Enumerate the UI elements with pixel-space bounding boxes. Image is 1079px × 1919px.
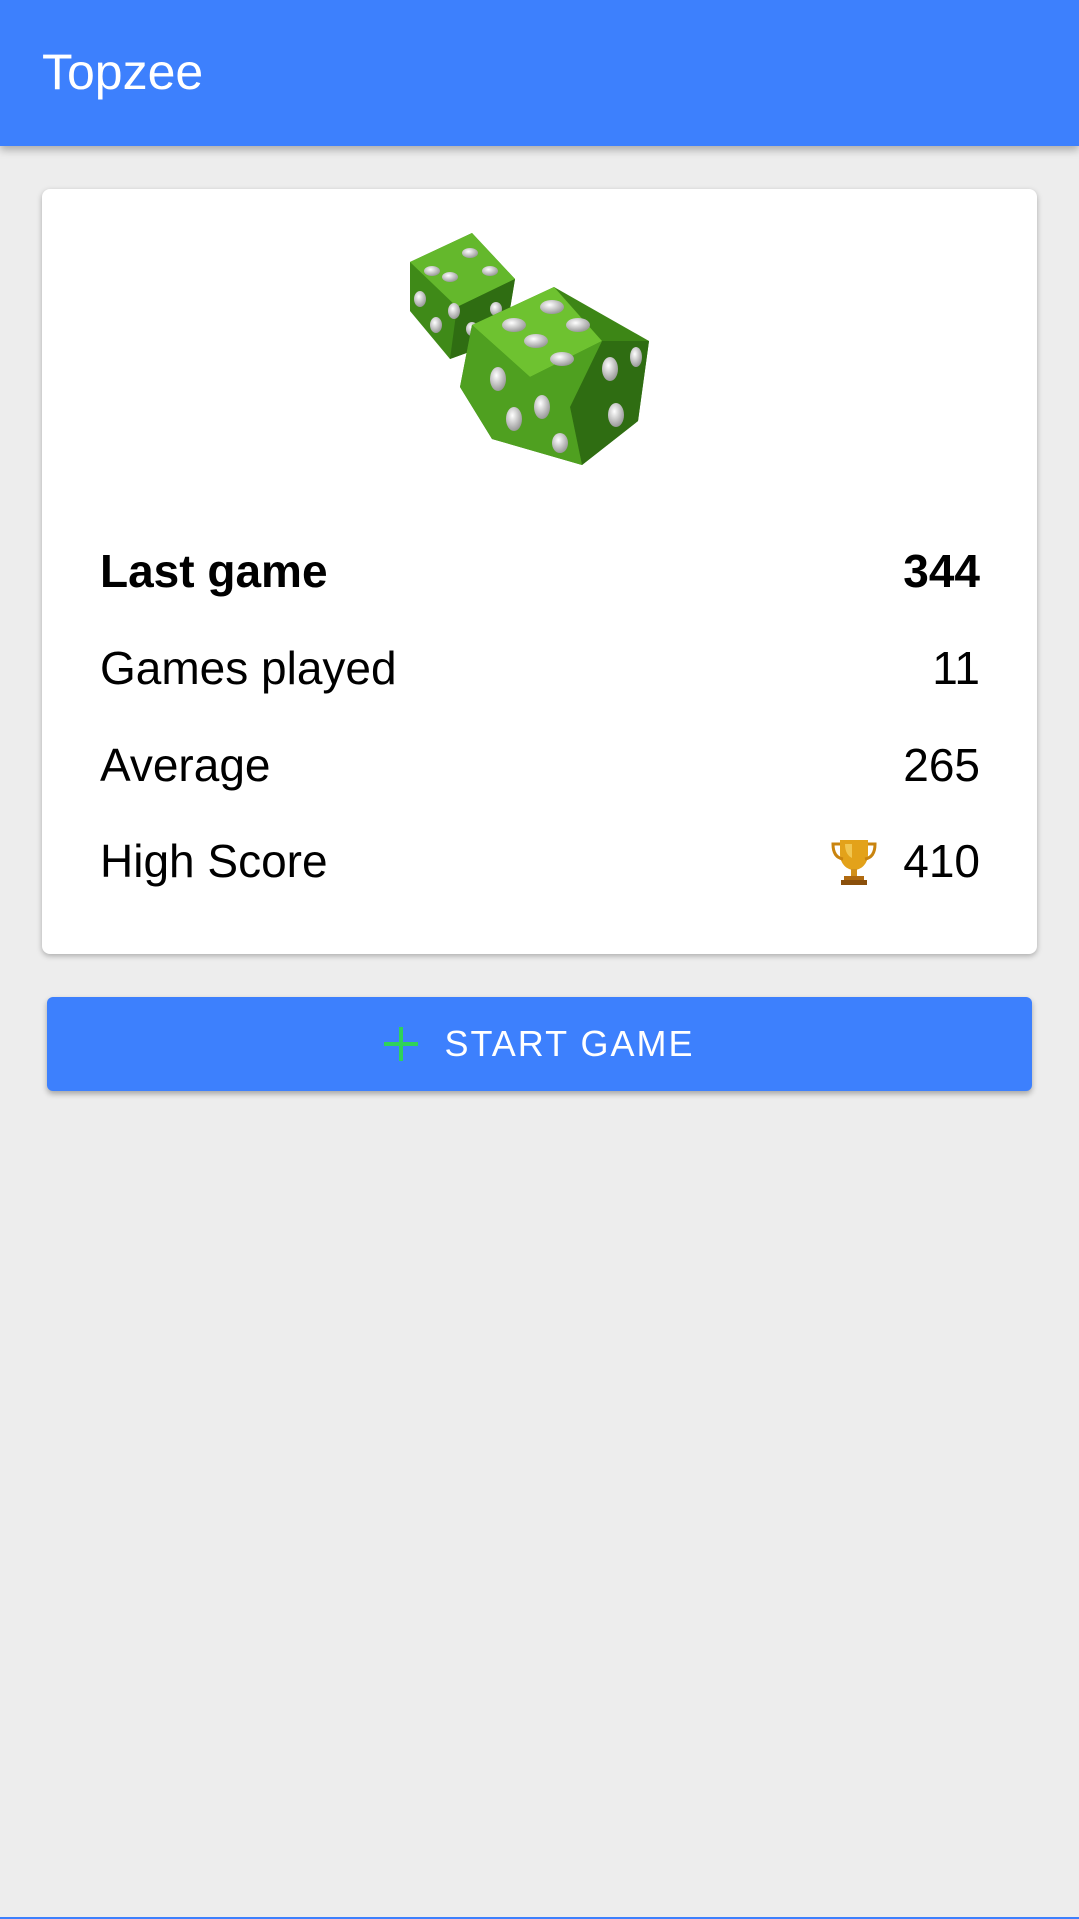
start-game-label: START GAME xyxy=(444,1023,695,1064)
stat-value: 265 xyxy=(903,739,980,791)
start-game-button[interactable]: START GAME xyxy=(47,997,1032,1091)
trophy-icon xyxy=(830,836,878,886)
stat-label: Average xyxy=(100,739,271,791)
stat-label: Games played xyxy=(100,642,397,694)
stat-value: 11 xyxy=(932,642,980,694)
stat-row-last-game: Last game 344 xyxy=(100,541,980,601)
stat-label: Last game xyxy=(100,545,328,597)
plus-icon xyxy=(384,1027,419,1061)
stats-card: Last game 344 Games played 11 Average 26… xyxy=(42,189,1037,954)
dice-icon xyxy=(402,229,672,469)
app-bar: Topzee xyxy=(0,0,1079,146)
stat-row-high-score: High Score 410 xyxy=(100,831,980,891)
app-title: Topzee xyxy=(42,44,204,100)
stat-value: 410 xyxy=(903,835,980,887)
start-game-button-content: START GAME xyxy=(47,997,1032,1091)
stat-label: High Score xyxy=(100,835,328,887)
stat-row-average: Average 265 xyxy=(100,735,980,795)
stat-value: 344 xyxy=(903,545,980,597)
stat-row-games-played: Games played 11 xyxy=(100,638,980,698)
